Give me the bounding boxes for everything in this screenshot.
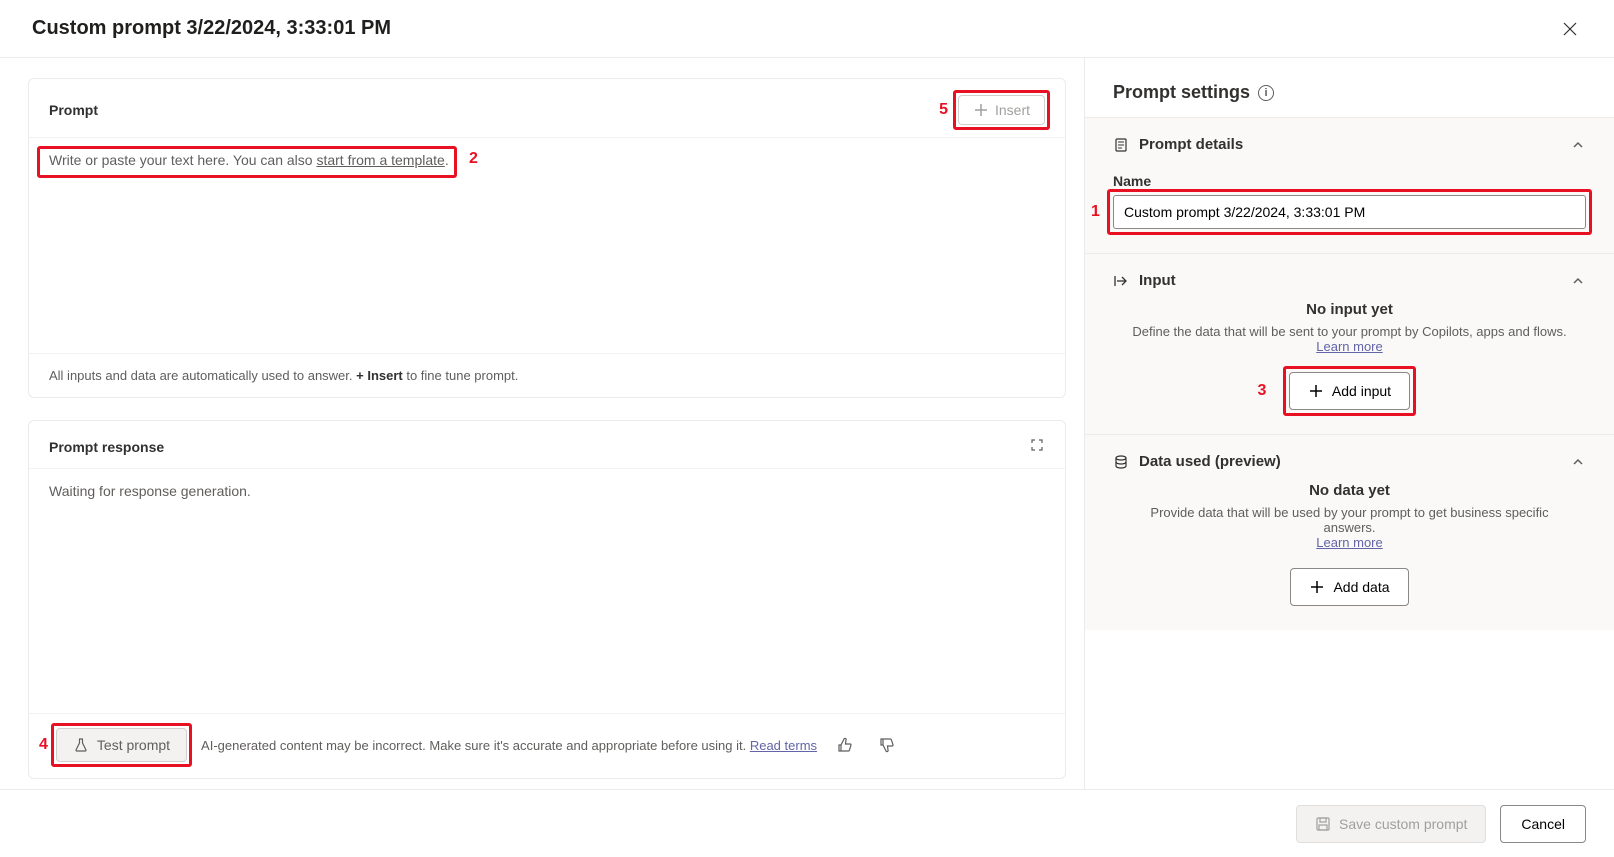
dialog-footer: Save custom prompt Cancel	[0, 789, 1614, 857]
close-button[interactable]	[1554, 13, 1586, 45]
read-terms-link[interactable]: Read terms	[750, 738, 817, 753]
database-icon	[1113, 454, 1129, 470]
section-input: Input No input yet Define the data that …	[1085, 253, 1614, 434]
prompt-hint: All inputs and data are automatically us…	[29, 353, 1065, 397]
prompt-placeholder-suffix: .	[445, 152, 449, 168]
plus-icon	[1309, 579, 1325, 595]
section-prompt-details-header[interactable]: Prompt details	[1113, 136, 1586, 153]
chevron-up-icon	[1570, 454, 1586, 470]
input-empty-sub: Define the data that will be sent to you…	[1113, 324, 1586, 354]
cancel-button[interactable]: Cancel	[1500, 805, 1586, 843]
prompt-placeholder-prefix: Write or paste your text here. You can a…	[49, 152, 316, 168]
annotation-3: 3	[1258, 382, 1267, 400]
data-learn-more-link[interactable]: Learn more	[1316, 535, 1382, 550]
input-icon	[1113, 273, 1129, 289]
settings-panel: Prompt settings i Prompt details Name 1	[1084, 58, 1614, 789]
annotation-2: 2	[469, 150, 478, 168]
annotation-4: 4	[39, 736, 48, 754]
settings-title: Prompt settings	[1113, 82, 1250, 103]
close-icon	[1562, 21, 1578, 37]
test-prompt-button[interactable]: Test prompt	[56, 728, 187, 762]
start-from-template-link[interactable]: start from a template	[316, 152, 444, 168]
info-icon[interactable]: i	[1258, 85, 1274, 101]
insert-label: Insert	[995, 102, 1030, 118]
thumbs-down-icon	[879, 737, 895, 753]
chevron-up-icon	[1570, 137, 1586, 153]
expand-icon	[1029, 437, 1045, 453]
name-label: Name	[1113, 173, 1586, 189]
section-data-used: Data used (preview) No data yet Provide …	[1085, 434, 1614, 630]
input-empty-title: No input yet	[1113, 301, 1586, 318]
dialog-title: Custom prompt 3/22/2024, 3:33:01 PM	[32, 17, 391, 40]
save-icon	[1315, 816, 1331, 832]
dialog-header: Custom prompt 3/22/2024, 3:33:01 PM	[0, 0, 1614, 58]
plus-icon	[1308, 383, 1324, 399]
details-icon	[1113, 137, 1129, 153]
section-data-used-header[interactable]: Data used (preview)	[1113, 453, 1586, 470]
data-empty-title: No data yet	[1113, 482, 1586, 499]
add-data-button[interactable]: Add data	[1290, 568, 1408, 606]
response-card: Prompt response Waiting for response gen…	[28, 420, 1066, 779]
prompt-title: Prompt	[49, 102, 98, 118]
expand-button[interactable]	[1029, 437, 1045, 456]
add-input-button[interactable]: Add input	[1289, 372, 1410, 410]
add-input-label: Add input	[1332, 383, 1391, 399]
name-input[interactable]	[1113, 195, 1586, 229]
prompt-card: Prompt 5 Insert Write or paste your text…	[28, 78, 1066, 398]
annotation-5: 5	[939, 101, 948, 119]
thumbs-up-icon	[837, 737, 853, 753]
insert-button[interactable]: Insert	[958, 95, 1045, 125]
chevron-up-icon	[1570, 273, 1586, 289]
beaker-icon	[73, 737, 89, 753]
prompt-textarea[interactable]: Write or paste your text here. You can a…	[29, 138, 1065, 353]
save-button[interactable]: Save custom prompt	[1296, 805, 1486, 843]
annotation-1: 1	[1091, 203, 1100, 221]
save-label: Save custom prompt	[1339, 816, 1467, 832]
response-body: Waiting for response generation.	[29, 469, 1065, 713]
add-data-label: Add data	[1333, 579, 1389, 595]
test-prompt-label: Test prompt	[97, 737, 170, 753]
plus-icon	[973, 102, 989, 118]
response-title: Prompt response	[49, 439, 164, 455]
data-empty-sub: Provide data that will be used by your p…	[1113, 505, 1586, 550]
thumbs-up-button[interactable]	[831, 731, 859, 759]
input-learn-more-link[interactable]: Learn more	[1316, 339, 1382, 354]
thumbs-down-button[interactable]	[873, 731, 901, 759]
section-input-header[interactable]: Input	[1113, 272, 1586, 289]
section-prompt-details: Prompt details Name 1	[1085, 117, 1614, 253]
ai-disclaimer: AI-generated content may be incorrect. M…	[201, 738, 817, 753]
